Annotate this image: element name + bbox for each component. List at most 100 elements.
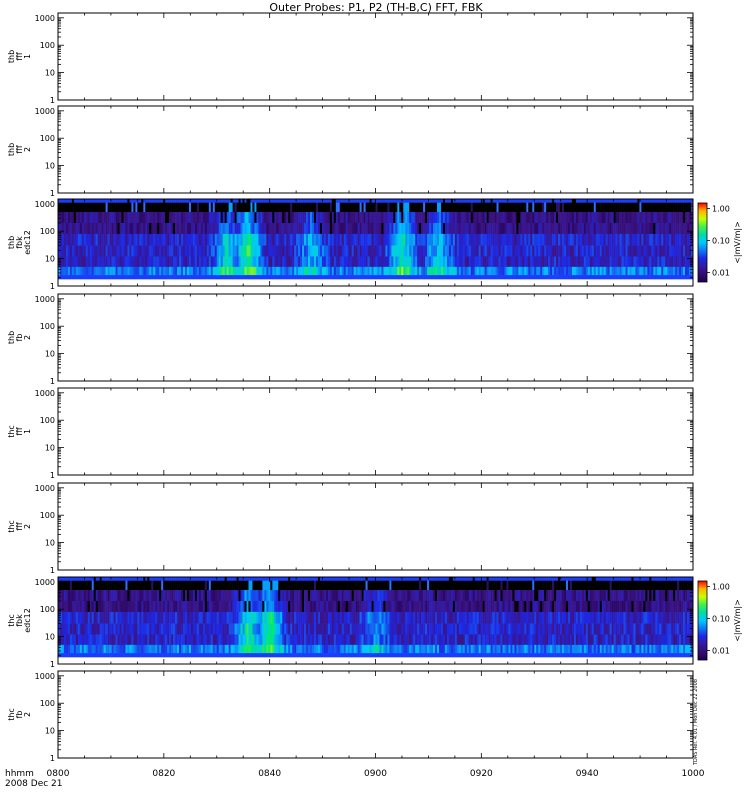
heatmap-cell	[643, 245, 646, 257]
heatmap-cell	[188, 256, 192, 268]
heatmap-cell	[302, 212, 305, 224]
heatmap-cell	[99, 634, 102, 646]
heatmap-cell	[335, 644, 339, 654]
heatmap-cell	[226, 275, 229, 280]
heatmap-cell	[226, 199, 229, 203]
heatmap-cell	[323, 233, 327, 246]
heatmap-cell	[488, 275, 491, 280]
heatmap-cell	[149, 275, 152, 280]
heatmap-cell	[278, 634, 281, 646]
heatmap-cell	[258, 199, 261, 203]
heatmap-cell	[65, 233, 69, 246]
heatmap-cell	[282, 577, 285, 581]
heatmap-cell	[218, 202, 222, 213]
heatmap-cell	[371, 266, 374, 276]
heatmap-cell	[413, 266, 416, 276]
heatmap-cell	[135, 245, 138, 257]
heatmap-cell	[615, 212, 618, 224]
heatmap-cell	[333, 266, 337, 276]
heatmap-cell	[681, 222, 684, 235]
heatmap-cell	[625, 245, 628, 257]
heatmap-cell	[284, 634, 287, 646]
heatmap-cell	[343, 275, 347, 280]
heatmap-cell	[226, 245, 229, 257]
heatmap-cell	[262, 275, 265, 280]
heatmap-cell	[621, 202, 624, 213]
heatmap-cell	[607, 199, 610, 203]
heatmap-cell	[67, 266, 71, 276]
heatmap-cell	[371, 256, 374, 268]
heatmap-cell	[462, 245, 466, 257]
heatmap-cell	[204, 222, 208, 235]
heatmap-cell	[560, 266, 563, 276]
heatmap-cell	[385, 202, 388, 213]
heatmap-cell	[675, 199, 678, 203]
heatmap-cell	[59, 590, 63, 602]
heatmap-cell	[605, 222, 608, 235]
heatmap-cell	[363, 233, 366, 246]
heatmap-cell	[228, 590, 231, 602]
heatmap-cell	[482, 212, 485, 224]
heatmap-cell	[383, 222, 386, 235]
heatmap-cell	[560, 275, 563, 280]
heatmap-cell	[204, 202, 208, 213]
heatmap-cell	[653, 202, 656, 213]
heatmap-cell	[183, 653, 186, 658]
heatmap-cell	[514, 266, 517, 276]
heatmap-cell	[238, 634, 241, 646]
heatmap-cell	[194, 600, 198, 613]
heatmap-cell	[464, 199, 468, 203]
heatmap-cell	[504, 212, 507, 224]
heatmap-cell	[395, 245, 398, 257]
heatmap-cell	[683, 199, 686, 203]
heatmap-cell	[490, 212, 493, 224]
heatmap-cell	[687, 266, 690, 276]
heatmap-cell	[163, 202, 166, 213]
heatmap-cell	[419, 245, 422, 257]
heatmap-cell	[442, 212, 446, 224]
heatmap-cell	[113, 653, 116, 658]
heatmap-cell	[439, 266, 442, 276]
heatmap-cell	[248, 623, 251, 635]
heatmap-cell	[192, 233, 196, 246]
heatmap-cell	[321, 256, 325, 268]
heatmap-cell	[567, 266, 571, 276]
heatmap-cell	[149, 199, 152, 203]
heatmap-cell	[228, 644, 231, 654]
heatmap-cell	[278, 212, 281, 224]
panel-3: 1.000.100.01<|mV/m|>1101001000thbfbkedc1…	[7, 198, 742, 291]
heatmap-cell	[286, 590, 289, 602]
heatmap-cell	[651, 202, 654, 213]
heatmap-cell	[615, 266, 618, 276]
heatmap-cell	[665, 202, 668, 213]
heatmap-cell	[567, 199, 571, 203]
heatmap-cell	[343, 266, 347, 276]
heatmap-cell	[127, 266, 130, 276]
heatmap-cell	[300, 245, 303, 257]
heatmap-cell	[510, 199, 513, 203]
heatmap-cell	[250, 644, 253, 654]
heatmap-cell	[669, 275, 672, 280]
heatmap-cell	[510, 256, 513, 268]
heatmap-cell	[427, 233, 430, 246]
heatmap-cell	[59, 245, 63, 257]
heatmap-cell	[528, 266, 531, 276]
heatmap-cell	[607, 212, 610, 224]
heatmap-cell	[579, 202, 583, 213]
heatmap-cell	[339, 600, 343, 613]
heatmap-cell	[137, 611, 140, 624]
heatmap-cell	[202, 212, 206, 224]
heatmap-cell	[125, 634, 128, 646]
heatmap-cell	[99, 600, 102, 613]
heatmap-cell	[569, 222, 573, 235]
heatmap-cell	[476, 275, 479, 280]
heatmap-cell	[558, 275, 561, 280]
heatmap-cell	[230, 199, 233, 203]
heatmap-cell	[89, 580, 93, 591]
heatmap-cell	[274, 590, 277, 602]
heatmap-cell	[381, 275, 384, 280]
heatmap-cell	[61, 590, 65, 602]
heatmap-cell	[595, 199, 599, 203]
heatmap-cell	[147, 577, 150, 581]
heatmap-cell	[470, 233, 474, 246]
